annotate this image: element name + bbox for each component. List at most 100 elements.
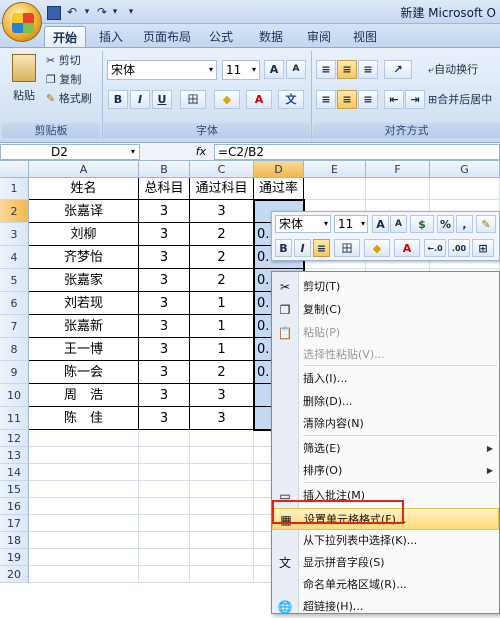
cell[interactable]: 3 [139, 361, 190, 384]
font-size-field[interactable]: 11 ▾ [222, 60, 260, 80]
cell[interactable]: 3 [139, 246, 190, 269]
format-painter-button[interactable]: ✎ 格式刷 [46, 91, 92, 107]
row-header[interactable]: 11 [0, 407, 29, 430]
align-middle-button[interactable]: ≡ [337, 60, 357, 79]
font-color-button[interactable]: A [246, 90, 272, 109]
cell[interactable] [139, 532, 190, 549]
row-header[interactable]: 1 [0, 178, 29, 200]
cell[interactable]: 3 [139, 200, 190, 223]
context-menu-item[interactable]: 选择性粘贴(V)... [272, 344, 499, 366]
cell[interactable] [190, 430, 254, 447]
cell[interactable] [190, 549, 254, 566]
cell[interactable]: 2 [190, 361, 254, 384]
mini-font-color-button[interactable]: A [394, 239, 420, 257]
cell[interactable] [29, 515, 139, 532]
mini-bold-button[interactable]: B [275, 239, 292, 257]
redo-dropdown-icon[interactable]: ▾ [110, 3, 120, 21]
tab-data[interactable]: 数据 [254, 26, 288, 48]
row-header[interactable]: 19 [0, 549, 29, 566]
mini-accounting-format-button[interactable]: $ [410, 215, 434, 233]
cell[interactable] [366, 178, 430, 200]
context-menu-item[interactable]: 命名单元格区域(R)... [272, 574, 499, 596]
cell[interactable]: 1 [190, 315, 254, 338]
row-header[interactable]: 5 [0, 269, 29, 292]
mini-italic-button[interactable]: I [294, 239, 311, 257]
cell[interactable]: 3 [190, 200, 254, 223]
header-cell[interactable]: 姓名 [29, 178, 139, 200]
row-header[interactable]: 17 [0, 515, 29, 532]
tab-review[interactable]: 审阅 [302, 26, 336, 48]
mini-shrink-font-button[interactable]: A [390, 215, 407, 233]
row-header[interactable]: 3 [0, 223, 29, 246]
cell[interactable] [139, 447, 190, 464]
cut-button[interactable]: ✂ 剪切 [46, 53, 81, 69]
align-right-button[interactable]: ≡ [358, 90, 378, 109]
mini-comma-button[interactable]: , [456, 215, 473, 233]
merge-center-button[interactable]: ⊞合并后居中 [428, 92, 492, 108]
header-cell[interactable]: 通过率 [254, 178, 304, 200]
cell[interactable] [190, 481, 254, 498]
context-menu-item[interactable]: ❐ 复制(C) [272, 299, 499, 321]
mini-font-name-field[interactable]: 宋体 ▾ [275, 215, 331, 233]
italic-button[interactable]: I [130, 90, 150, 109]
context-menu-item[interactable]: 文显示拼音字段(S) [272, 552, 499, 574]
context-menu-item[interactable]: 插入(I)... [272, 368, 499, 390]
column-header-g[interactable]: G [430, 161, 500, 178]
tab-insert[interactable]: 插入 [94, 26, 128, 48]
context-menu-item[interactable]: 清除内容(N) [272, 413, 499, 435]
border-button[interactable]: 田 [180, 90, 206, 109]
mini-decrease-decimal-button[interactable]: .00 [448, 239, 470, 257]
cell[interactable]: 刘若现 [29, 292, 139, 315]
cell[interactable]: 2 [190, 246, 254, 269]
cell[interactable]: 3 [139, 269, 190, 292]
cell[interactable] [29, 447, 139, 464]
cell[interactable] [29, 532, 139, 549]
fill-color-button[interactable]: ◆ [214, 90, 240, 109]
cell[interactable]: 3 [139, 407, 190, 430]
shrink-font-button[interactable]: A [286, 60, 306, 79]
column-header-f[interactable]: F [366, 161, 430, 178]
office-button[interactable] [2, 2, 42, 42]
copy-button[interactable]: ❐ 复制 [46, 72, 81, 88]
mini-format-painter-button[interactable]: ✎ [476, 215, 496, 233]
tab-home[interactable]: 开始 [44, 26, 86, 48]
cell[interactable]: 齐梦怡 [29, 246, 139, 269]
column-header-d[interactable]: D [254, 161, 304, 178]
redo-icon[interactable]: ↷ [94, 3, 110, 21]
context-menu-item[interactable]: 筛选(E) ▶ [272, 438, 499, 460]
cell[interactable]: 2 [190, 269, 254, 292]
mini-merge-button[interactable]: ⊞ [472, 239, 494, 257]
cell[interactable]: 张嘉家 [29, 269, 139, 292]
align-left-button[interactable]: ≡ [316, 90, 336, 109]
orientation-button[interactable]: ↗ [384, 60, 412, 79]
align-center-button[interactable]: ≡ [337, 90, 357, 109]
mini-font-size-field[interactable]: 11 ▾ [334, 215, 368, 233]
save-icon[interactable] [46, 3, 61, 21]
cell[interactable]: 刘柳 [29, 223, 139, 246]
cell[interactable]: 周 浩 [29, 384, 139, 407]
cell[interactable]: 3 [190, 384, 254, 407]
align-top-button[interactable]: ≡ [316, 60, 336, 79]
cell[interactable] [139, 498, 190, 515]
tab-formulas[interactable]: 公式 [204, 26, 238, 48]
tab-page-layout[interactable]: 页面布局 [140, 26, 194, 48]
cell[interactable] [190, 515, 254, 532]
cell[interactable]: 1 [190, 338, 254, 361]
cell[interactable]: 3 [139, 223, 190, 246]
cell[interactable]: 3 [139, 292, 190, 315]
row-header[interactable]: 7 [0, 315, 29, 338]
cell[interactable]: 3 [190, 407, 254, 430]
row-header[interactable]: 20 [0, 566, 29, 583]
name-box[interactable]: D2 ▾ [0, 144, 140, 160]
cell[interactable]: 张嘉新 [29, 315, 139, 338]
cell[interactable] [139, 515, 190, 532]
row-header[interactable]: 9 [0, 361, 29, 384]
cell[interactable] [190, 464, 254, 481]
cell[interactable] [304, 178, 366, 200]
cell[interactable]: 3 [139, 384, 190, 407]
context-menu-item[interactable]: ✂ 剪切(T) [272, 276, 499, 298]
font-name-field[interactable]: 宋体 ▾ [107, 60, 217, 80]
tab-view[interactable]: 视图 [348, 26, 382, 48]
cell[interactable] [190, 447, 254, 464]
insert-function-button[interactable]: fx [190, 144, 212, 160]
